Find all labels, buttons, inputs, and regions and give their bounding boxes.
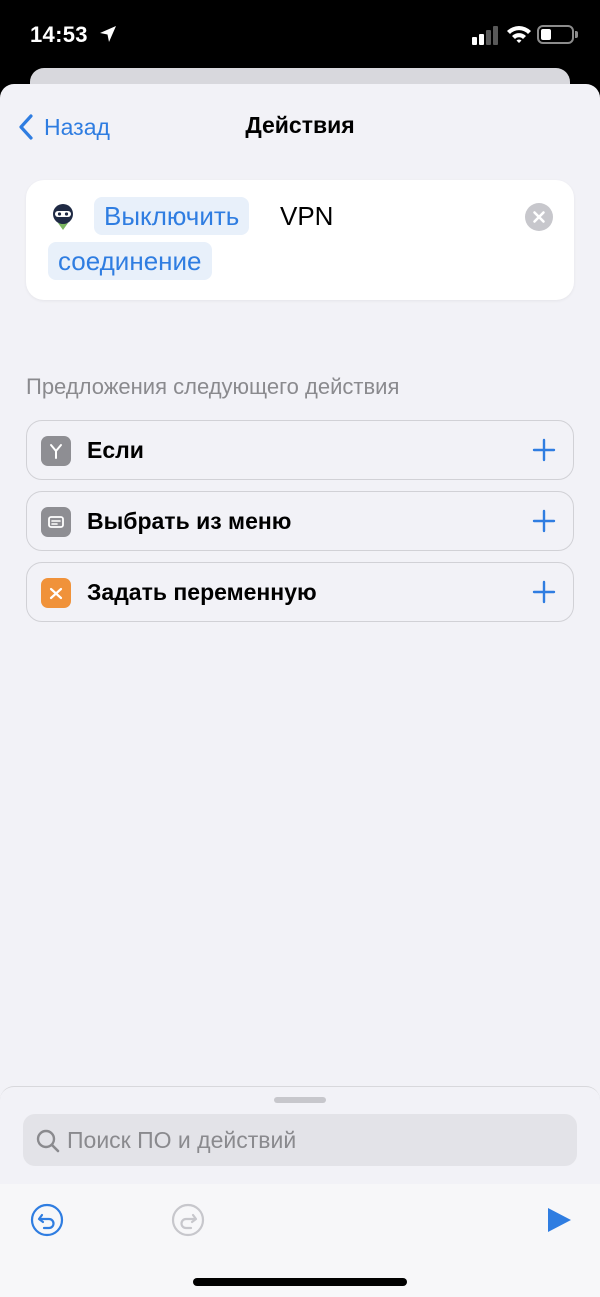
location-arrow-icon [98, 24, 118, 49]
action-static-text: VPN [280, 201, 334, 231]
search-icon [36, 1129, 60, 1153]
suggestion-label: Задать переменную [87, 579, 317, 605]
suggestion-label: Выбрать из меню [87, 508, 292, 534]
if-branch-icon [41, 436, 71, 466]
wifi-icon [506, 24, 532, 49]
screen: 14:53 Назад Действия Выключить VPN соеди… [0, 0, 600, 1297]
status-time: 14:53 [30, 22, 88, 47]
suggestion-if[interactable]: Если [26, 420, 574, 480]
action-object-token[interactable]: соединение [48, 242, 212, 280]
status-bar: 14:53 [0, 0, 600, 70]
add-icon[interactable] [529, 435, 559, 465]
redo-icon[interactable] [170, 1202, 206, 1238]
search-input[interactable] [67, 1114, 567, 1166]
drag-handle[interactable] [274, 1097, 326, 1103]
battery-level [541, 29, 551, 40]
search-bar[interactable] [23, 1114, 577, 1166]
vpn-app-icon [50, 202, 76, 232]
action-verb-token[interactable]: Выключить [94, 197, 250, 235]
battery-icon [537, 25, 574, 44]
clear-icon[interactable] [525, 203, 553, 231]
variable-icon [41, 578, 71, 608]
cellular-signal-icon [472, 25, 502, 45]
battery-nub [575, 31, 578, 38]
suggestion-set-variable[interactable]: Задать переменную [26, 562, 574, 622]
action-card[interactable]: Выключить VPN соединение [26, 180, 574, 300]
undo-icon[interactable] [29, 1202, 65, 1238]
suggestion-label: Если [87, 437, 144, 463]
suggestions-header: Предложения следующего действия [26, 374, 400, 399]
suggestion-choose-from-menu[interactable]: Выбрать из меню [26, 491, 574, 551]
play-icon[interactable] [540, 1202, 576, 1238]
menu-icon [41, 507, 71, 537]
page-title: Действия [245, 112, 355, 138]
add-icon[interactable] [529, 506, 559, 536]
home-indicator [193, 1278, 407, 1286]
add-icon[interactable] [529, 577, 559, 607]
